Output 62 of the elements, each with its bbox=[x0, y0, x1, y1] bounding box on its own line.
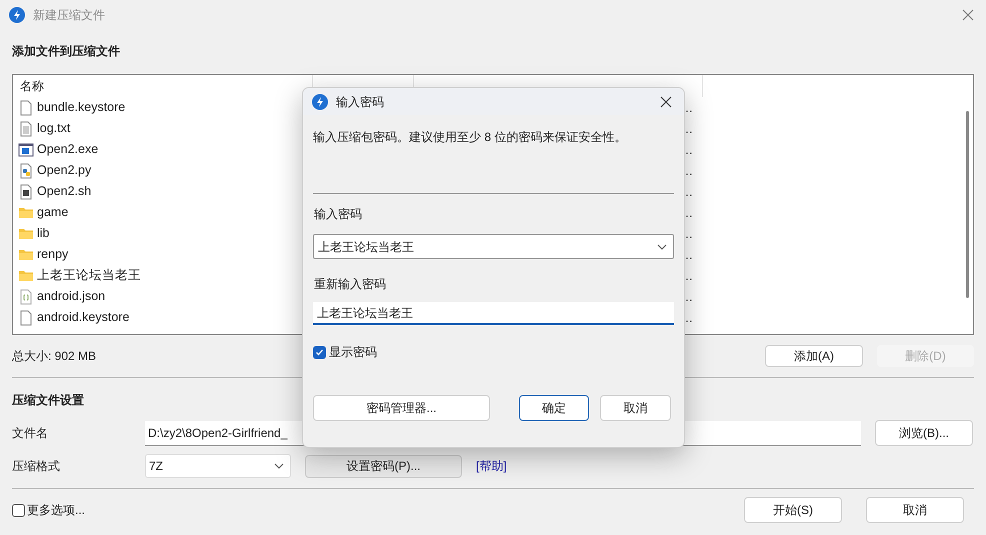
file-row[interactable]: 上老王论坛当老王 bbox=[13, 266, 313, 285]
file-row[interactable]: android.keystore bbox=[13, 308, 313, 327]
file-row[interactable]: log.txt bbox=[13, 119, 313, 138]
file-icon bbox=[18, 100, 34, 116]
file-name: Open2.sh bbox=[37, 183, 92, 200]
file-name: log.txt bbox=[37, 120, 70, 138]
file-name: renpy bbox=[37, 246, 68, 264]
app-logo-icon bbox=[312, 94, 328, 110]
file-name: lib bbox=[37, 225, 50, 242]
password-manager-button[interactable]: 密码管理器... bbox=[313, 395, 490, 421]
set-password-button[interactable]: 设置密码(P)... bbox=[305, 454, 462, 478]
file-row[interactable]: Open2.sh bbox=[13, 182, 313, 201]
dialog-title: 输入密码 bbox=[336, 94, 384, 110]
file-name: 上老王论坛当老王 bbox=[37, 267, 141, 284]
script-file-icon bbox=[18, 184, 34, 200]
json-file-icon bbox=[18, 288, 34, 304]
file-name: bundle.keystore bbox=[37, 99, 126, 116]
footer-button[interactable]: 开始(S) bbox=[744, 497, 842, 523]
browse-button[interactable]: 浏览(B)... bbox=[875, 420, 973, 446]
file-row[interactable]: Open2.py bbox=[13, 161, 313, 180]
total-size: 总大小: 902 MB bbox=[12, 348, 96, 365]
program-window-icon bbox=[18, 142, 34, 158]
file-row[interactable]: game bbox=[13, 203, 313, 222]
file-icon bbox=[18, 310, 34, 326]
confirm-password-field[interactable]: 上老王论坛当老王 bbox=[313, 302, 674, 325]
password-combo[interactable]: 上老王论坛当老王 bbox=[313, 234, 674, 259]
chevron-down-icon bbox=[657, 244, 667, 250]
chevron-down-icon bbox=[274, 463, 284, 469]
file-row[interactable]: renpy bbox=[13, 245, 313, 264]
section-heading: 添加文件到压缩文件 bbox=[12, 43, 121, 60]
format-dropdown[interactable]: 7Z bbox=[145, 454, 291, 478]
file-row[interactable]: bundle.keystore bbox=[13, 98, 313, 117]
file-row[interactable]: Open2.exe bbox=[13, 140, 313, 159]
ok-button[interactable]: 确定 bbox=[519, 395, 589, 421]
help-link[interactable]: [帮助] bbox=[476, 457, 507, 475]
checkbox-label: 显示密码 bbox=[329, 344, 377, 361]
file-name: android.keystore bbox=[37, 309, 130, 326]
section-heading: 压缩文件设置 bbox=[12, 392, 84, 409]
checkbox-label: 更多选项... bbox=[27, 502, 86, 519]
more-options-checkbox[interactable] bbox=[12, 504, 25, 516]
app-logo-icon bbox=[9, 7, 25, 23]
footer-button[interactable]: 取消 bbox=[866, 497, 964, 523]
file-name: android.json bbox=[37, 288, 106, 306]
file-name: Open2.py bbox=[37, 162, 92, 180]
field-label: 压缩格式 bbox=[12, 458, 61, 475]
window-title: 新建压缩文件 bbox=[33, 7, 105, 24]
show-password-checkbox[interactable] bbox=[313, 346, 326, 358]
dialog-message: 输入压缩包密码。建议使用至少 8 位的密码来保证安全性。 bbox=[313, 129, 628, 146]
text-file-icon bbox=[18, 120, 34, 136]
file-row[interactable]: lib bbox=[13, 224, 313, 243]
field-label: 文件名 bbox=[12, 425, 49, 442]
scrollbar-thumb[interactable] bbox=[966, 111, 968, 298]
field-label: 输入密码 bbox=[313, 206, 363, 223]
cancel-button[interactable]: 取消 bbox=[600, 395, 671, 421]
field-label: 重新输入密码 bbox=[313, 276, 387, 293]
checkmark-icon bbox=[315, 348, 324, 356]
file-name: Open2.exe bbox=[37, 141, 98, 158]
close-icon[interactable] bbox=[660, 96, 672, 108]
list-action-button[interactable]: 添加(A) bbox=[765, 345, 863, 367]
python-file-icon bbox=[18, 162, 34, 178]
file-row[interactable]: android.json bbox=[13, 287, 313, 306]
file-name: game bbox=[37, 204, 68, 222]
